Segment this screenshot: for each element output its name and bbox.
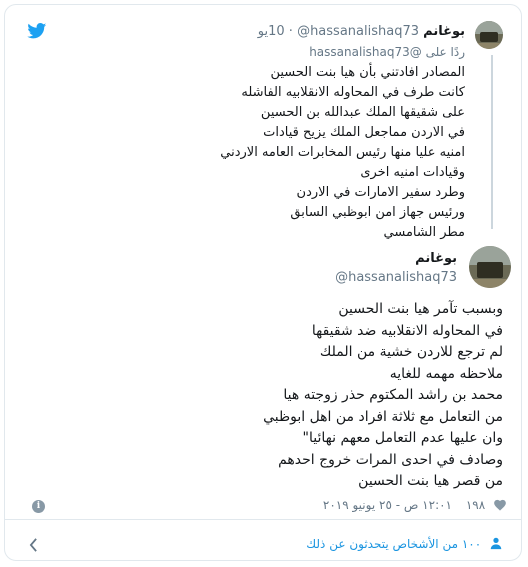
tweet-text-line: وصادف في احدى المرات خروج احدهم <box>278 451 503 468</box>
tweet-text-line: وان عليها عدم التعامل معهم نهائيا" <box>302 430 503 446</box>
tweet-timestamp[interactable]: ١٢:٠١ ص - ٢٥ يونيو ٢٠١٩ <box>323 498 452 512</box>
people-talking-link[interactable]: ١٠٠ من الأشخاص يتحدثون عن ذلك <box>306 536 503 551</box>
avatar[interactable] <box>469 246 511 288</box>
tweet-text-line: ملاحظه مهمه للغايه <box>389 365 503 382</box>
tweet-meta: ١٩٨ ١٢:٠١ ص - ٢٥ يونيو ٢٠١٩ <box>323 498 507 512</box>
chevron-left-icon[interactable] <box>29 538 38 552</box>
heart-icon[interactable] <box>493 498 507 511</box>
divider <box>5 519 521 520</box>
tweet-text-line: لم ترجع للاردن خشية من الملك <box>319 344 503 360</box>
avatar[interactable] <box>475 21 503 49</box>
quoted-text-line: ورئيس جهاز امن ابوظبي السابق <box>290 205 465 220</box>
quoted-author-name[interactable]: بوغانم <box>423 24 465 39</box>
quoted-header: بوغانم @hassanalishaq73 · 10يو <box>257 24 465 39</box>
quoted-author-handle[interactable]: @hassanalishaq73 <box>297 24 419 39</box>
tweet-text-line: في المحاوله الانقلابيه ضد شقيقها <box>311 322 503 339</box>
tweet-card: بوغانم @hassanalishaq73 · 10يو ردًا على … <box>4 4 522 561</box>
quoted-time[interactable]: 10يو <box>258 24 285 39</box>
quoted-text-line: وطرد سفير الامارات في الاردن <box>296 185 465 200</box>
quoted-text-line: كانت طرف في المحاوله الانقلابيه الفاشله <box>241 85 465 100</box>
people-talking-label[interactable]: ١٠٠ من الأشخاص يتحدثون عن ذلك <box>306 537 481 551</box>
quoted-text-line: مطر الشامسي <box>383 225 465 240</box>
thread-connector <box>491 55 493 229</box>
info-icon[interactable]: i <box>32 500 45 513</box>
user-icon <box>490 537 502 550</box>
tweet-text-line: من قصر هيا بنت الحسين <box>358 473 503 489</box>
quoted-text-line: على شقيقها الملك عبدالله بن الحسين <box>260 105 465 120</box>
quoted-text-line: امنيه عليا منها رئيس المخابرات العامه ال… <box>220 145 465 160</box>
tweet-text-line: محمد بن راشد المكتوم حذر زوجته هيا <box>283 387 503 403</box>
main-author-name[interactable]: بوغانم <box>415 251 457 266</box>
twitter-bird-icon[interactable] <box>27 23 47 39</box>
main-author-handle[interactable]: @hassanalishaq73 <box>335 270 457 285</box>
quoted-text-line: المصادر افادتني بأن هيا بنت الحسين <box>270 65 465 80</box>
tweet-text-line: وبسبب تآمر هيا بنت الحسين <box>338 301 503 317</box>
quoted-text-line: في الاردن مماجعل الملك يزيح قيادات <box>263 125 465 140</box>
quoted-text-line: وقيادات امنيه اخرى <box>360 165 465 180</box>
like-count[interactable]: ١٩٨ <box>466 498 485 512</box>
reply-to-label[interactable]: ردًا على @hassanalishaq73 <box>309 45 465 59</box>
tweet-text-line: من التعامل مع ثلاثة افراد من اهل ابوظبي <box>263 408 503 425</box>
